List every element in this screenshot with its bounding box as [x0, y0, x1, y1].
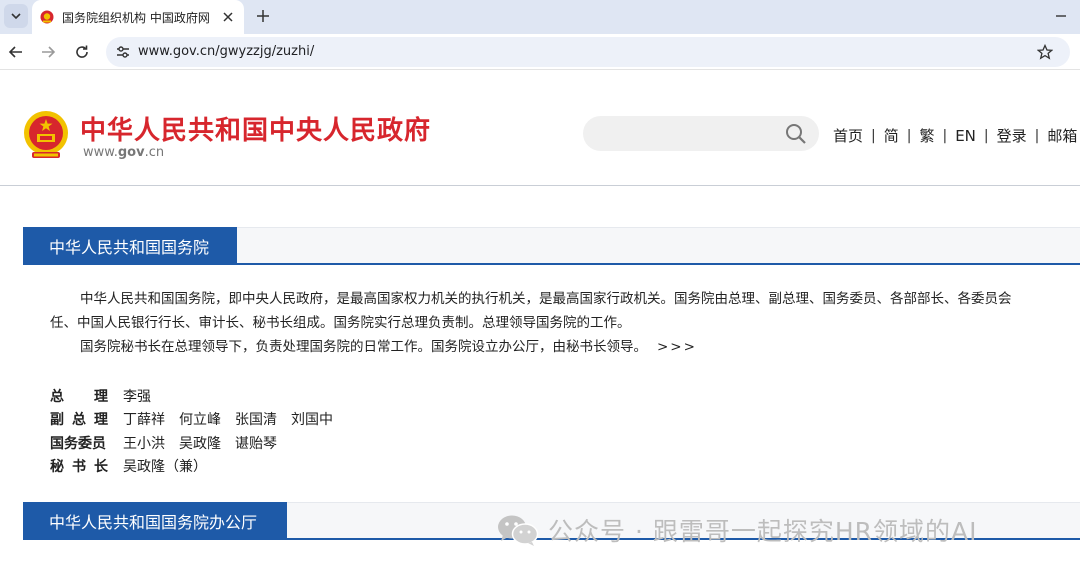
leader-title: 秘 书 长 [50, 456, 108, 476]
address-bar[interactable]: www.gov.cn/gwyzzjg/zuzhi/ [106, 37, 1070, 67]
leader-row-state-councilors: 国务委员 王小洪 吴政隆 谌贻琴 [50, 431, 347, 455]
domain-name: gov [117, 145, 145, 160]
leader-name[interactable]: 王小洪 [123, 433, 165, 453]
link-mailbox[interactable]: 邮箱 [1047, 125, 1077, 146]
leader-title-char: 书 [72, 459, 86, 476]
leader-name[interactable]: 张国清 [235, 409, 277, 429]
leader-name[interactable]: 谌贻琴 [235, 433, 277, 453]
minimize-icon [1056, 15, 1066, 17]
bookmark-button[interactable] [1034, 41, 1056, 63]
leader-name[interactable]: 吴政隆（兼） [123, 456, 207, 476]
arrow-left-icon [8, 46, 22, 58]
tab-close-button[interactable] [218, 7, 238, 27]
leader-title-char: 总 [50, 388, 64, 405]
leader-title-char: 秘 [50, 459, 64, 476]
leader-name[interactable]: 李强 [123, 386, 151, 406]
link-separator: | [983, 127, 989, 144]
window-minimize-button[interactable] [1050, 5, 1072, 27]
link-home[interactable]: 首页 [833, 125, 863, 146]
link-english[interactable]: EN [955, 127, 976, 145]
link-login[interactable]: 登录 [997, 125, 1027, 146]
wechat-icon [498, 515, 539, 546]
state-council-intro: 中华人民共和国国务院，即中央人民政府，是最高国家权力机关的执行机关，是最高国家行… [0, 287, 1080, 359]
link-traditional[interactable]: 繁 [919, 125, 934, 146]
leader-name[interactable]: 丁薛祥 [123, 409, 165, 429]
link-simplified[interactable]: 简 [884, 125, 899, 146]
close-icon [223, 12, 233, 22]
search-icon[interactable] [785, 123, 807, 145]
domain-suffix: .cn [144, 145, 165, 160]
watermark: 公众号 · 跟雷哥一起探究HR领域的AI [496, 512, 978, 548]
leader-title: 总 理 [50, 386, 108, 406]
section-general-office-title[interactable]: 中华人民共和国国务院办公厅 [23, 502, 287, 540]
intro-line-1: 中华人民共和国国务院，即中央人民政府，是最高国家权力机关的执行机关，是最高国家行… [80, 291, 1012, 307]
tab-search-button[interactable] [4, 4, 28, 28]
plus-icon [257, 10, 269, 22]
leader-name[interactable]: 何立峰 [179, 409, 221, 429]
site-header: 中华人民共和国中央人民政府 www.gov.cn 首页 | 简 | 繁 | EN… [0, 70, 1080, 186]
intro-line-3: 国务院秘书长在总理领导下，负责处理国务院的日常工作。国务院设立办公厅，由秘书长领… [0, 335, 1080, 359]
leader-row-premier: 总 理 李强 [50, 384, 347, 408]
leader-row-secretary-general: 秘 书 长 吴政隆（兼） [50, 455, 347, 479]
tab-title: 国务院组织机构 中国政府网 [62, 11, 210, 25]
national-emblem-favicon-icon [40, 10, 54, 24]
leader-name[interactable]: 刘国中 [291, 409, 333, 429]
leader-title-char: 理 [94, 388, 108, 405]
browser-tabstrip: 国务院组织机构 中国政府网 [0, 0, 1080, 34]
reload-button[interactable] [70, 40, 94, 64]
browser-toolbar: www.gov.cn/gwyzzjg/zuzhi/ [0, 34, 1080, 70]
link-separator: | [942, 127, 948, 144]
site-title[interactable]: 中华人民共和国中央人民政府 [80, 110, 431, 147]
link-separator: | [906, 127, 912, 144]
leader-title-char: 理 [94, 412, 108, 429]
site-search-input[interactable] [583, 116, 819, 151]
leader-title: 副 总 理 [50, 409, 108, 429]
leader-name[interactable]: 吴政隆 [179, 433, 221, 453]
back-button[interactable] [4, 40, 28, 64]
star-icon [1037, 44, 1053, 60]
site-domain: www.gov.cn [83, 145, 164, 160]
leader-title-char: 总 [72, 412, 86, 429]
link-separator: | [1034, 127, 1040, 144]
leader-title-char: 副 [50, 412, 64, 429]
leader-title-char: 长 [94, 459, 108, 476]
chevron-down-icon [11, 13, 21, 20]
browser-tab-active[interactable]: 国务院组织机构 中国政府网 [32, 0, 244, 34]
arrow-right-icon [42, 46, 56, 58]
site-info-button[interactable] [112, 41, 134, 63]
domain-prefix: www. [83, 145, 118, 160]
link-separator: | [871, 127, 876, 144]
reload-icon [76, 45, 88, 58]
section-state-council-title[interactable]: 中华人民共和国国务院 [23, 227, 237, 265]
new-tab-button[interactable] [252, 5, 274, 27]
tune-icon [117, 46, 129, 58]
forward-button[interactable] [36, 40, 60, 64]
url-text: www.gov.cn/gwyzzjg/zuzhi/ [138, 44, 315, 59]
leader-row-vice-premiers: 副 总 理 丁薛祥 何立峰 张国清 刘国中 [50, 408, 347, 432]
intro-line-2: 任、中国人民银行行长、审计长、秘书长组成。国务院实行总理负责制。总理领导国务院的… [50, 315, 631, 331]
more-link[interactable]: >>> [657, 339, 697, 355]
leader-title: 国务委员 [50, 435, 106, 452]
intro-line-3-text: 国务院秘书长在总理领导下，负责处理国务院的日常工作。国务院设立办公厅，由秘书长领… [80, 339, 647, 355]
watermark-text: 公众号 · 跟雷哥一起探究HR领域的AI [548, 517, 978, 546]
national-emblem-icon[interactable] [22, 110, 70, 160]
header-links: 首页 | 简 | 繁 | EN | 登录 | 邮箱 [833, 125, 1077, 146]
section-state-council-bar: 中华人民共和国国务院 [23, 227, 1080, 265]
leaders-list: 总 理 李强 副 总 理 丁薛祥 何立峰 张国清 刘国中 国务委员 王小洪 吴政… [50, 384, 347, 478]
